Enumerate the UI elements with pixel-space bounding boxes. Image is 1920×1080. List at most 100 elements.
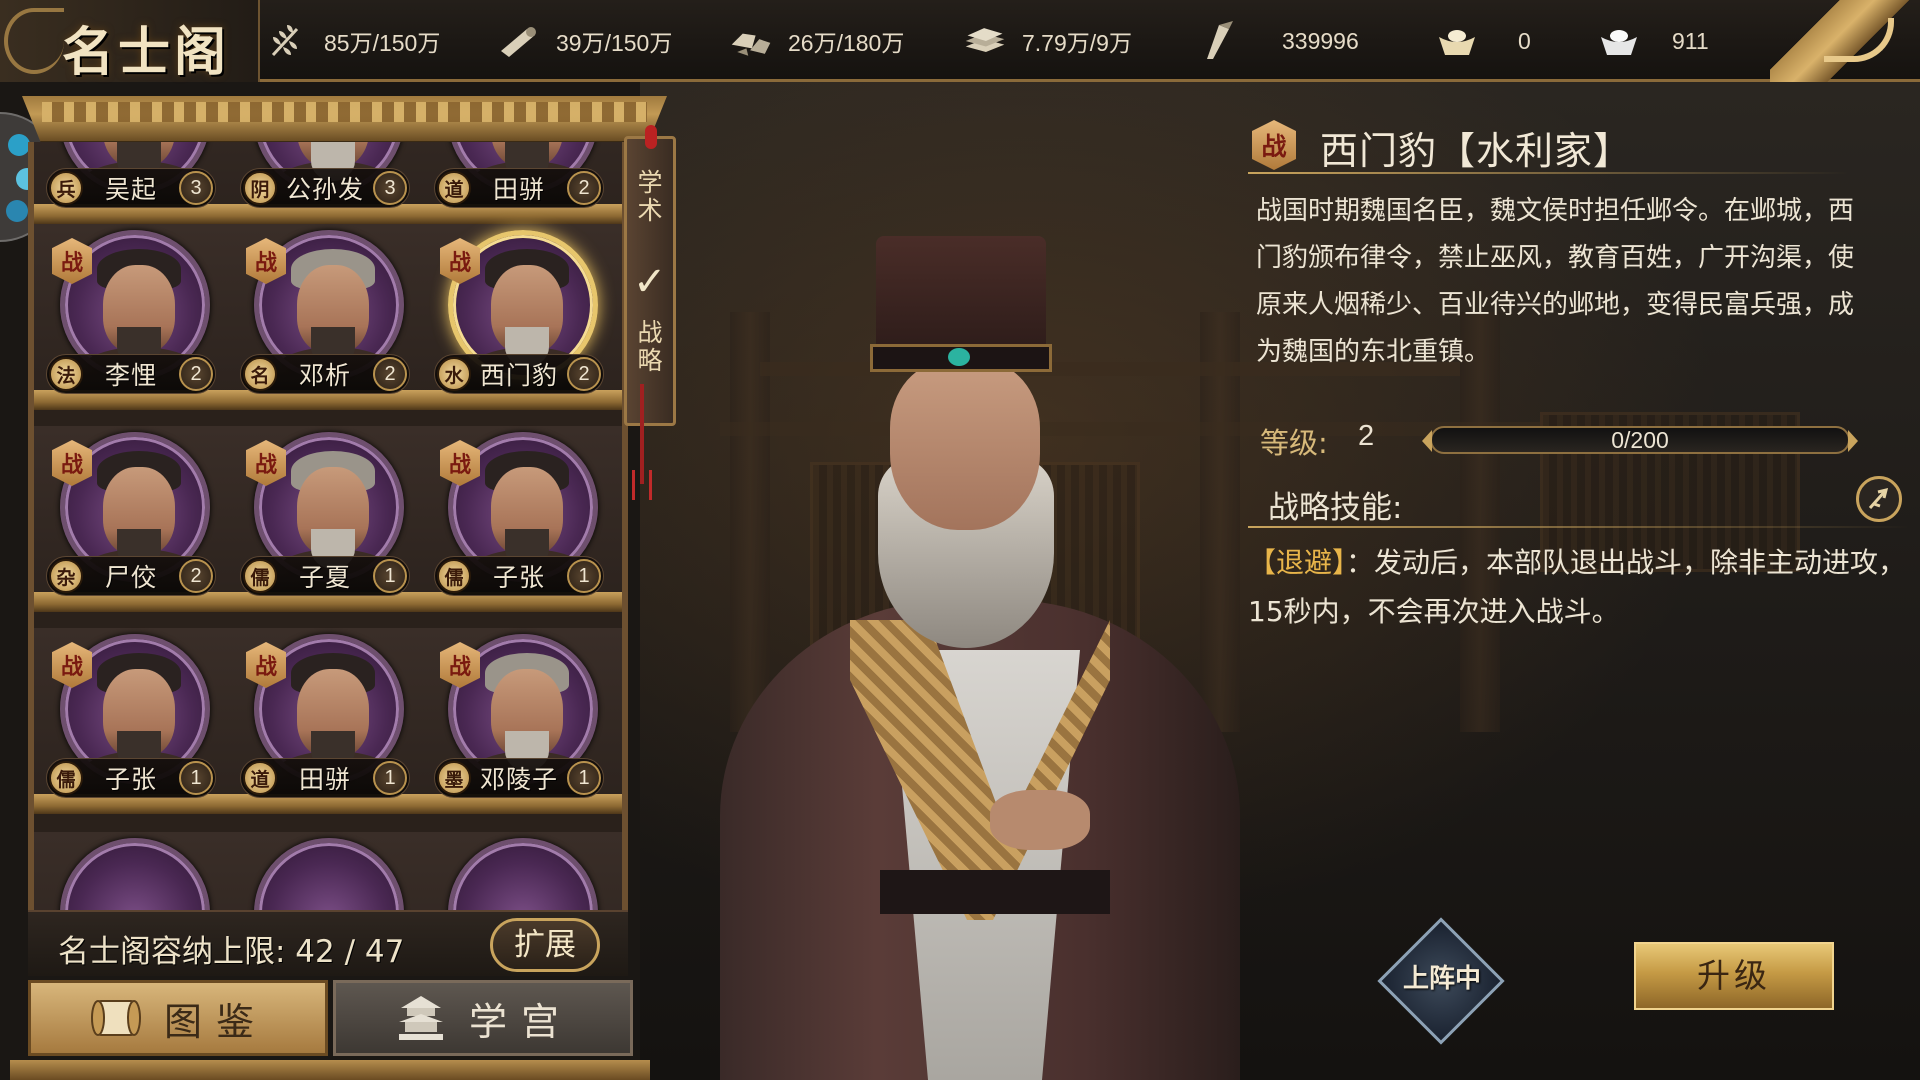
- hero-name: 公孙发: [285, 175, 364, 204]
- progress-cap-right: [1848, 430, 1858, 452]
- resource-silver-ingot[interactable]: 911: [1596, 18, 1709, 64]
- pagoda-icon: [393, 990, 449, 1046]
- swirl-ornament: [4, 8, 64, 74]
- shelf-row: 兵 吴起 3 阴 公孙发 3 道 田骈 2: [34, 142, 622, 224]
- hero-description: 战国时期魏国名臣，魏文侯时担任邺令。在邺城，西门豹颁布律令，禁止巫风，教育百姓，…: [1256, 196, 1855, 367]
- school-badge: 儒: [49, 761, 83, 795]
- hero-card[interactable]: 兵 吴起 3: [44, 142, 216, 208]
- tab-strategy[interactable]: 战略: [627, 319, 673, 375]
- iron-icon: [962, 18, 1008, 64]
- hero-level: 1: [373, 559, 407, 593]
- hero-card[interactable]: 战 儒 子张 1: [432, 426, 604, 596]
- resource-wheat[interactable]: 85万/150万: [264, 18, 440, 64]
- back-button[interactable]: [1770, 0, 1920, 82]
- skill-header: 战略技能:: [1248, 472, 1908, 528]
- hero-level: 2: [567, 357, 601, 391]
- deployed-status-label: 上阵中: [1402, 964, 1481, 994]
- hero-name-bar: 杂 尸佼 2: [46, 556, 216, 596]
- hero-card[interactable]: 战 墨 邓陵子 1: [432, 628, 604, 798]
- hero-card[interactable]: [44, 832, 214, 912]
- wood-icon: [496, 18, 542, 64]
- war-badge: 战: [1252, 120, 1296, 170]
- portrait-face: [890, 360, 1040, 530]
- upgrade-button[interactable]: 升级: [1634, 942, 1834, 1010]
- hero-card[interactable]: [238, 832, 408, 912]
- resource-iron[interactable]: 7.79万/9万: [962, 18, 1132, 64]
- resource-bar: 名士阁 85万/150万 39万/150万 26万/180万 7.79万/9万 …: [0, 0, 1920, 83]
- resource-silk[interactable]: 339996: [1196, 18, 1359, 64]
- hero-name: 邓陵子: [479, 765, 558, 794]
- resource-gold-ingot[interactable]: 0: [1434, 18, 1531, 64]
- exp-text: 0/200: [1611, 427, 1669, 453]
- school-badge: 道: [437, 171, 471, 205]
- hero-card[interactable]: 战 名 邓析 2: [238, 224, 410, 394]
- title-plaque: 名士阁: [0, 0, 260, 83]
- capacity-label: 名士阁容纳上限: 42 / 47: [58, 934, 405, 970]
- tassel-cord: [640, 384, 644, 484]
- hero-avatar: [448, 838, 598, 912]
- silver-ingot-icon: [1596, 18, 1642, 64]
- shelf-roof: [22, 96, 667, 144]
- tab-academy[interactable]: 学宫: [333, 980, 633, 1056]
- hero-name: 尸佼: [104, 563, 157, 592]
- portrait-belt: [880, 870, 1110, 914]
- hero-portrait: [700, 220, 1280, 1080]
- hero-title: 西门豹【水利家】: [1320, 129, 1633, 173]
- hero-name-bar: 法 李悝 2: [46, 354, 216, 394]
- skill-name: 【退避】: [1248, 546, 1347, 579]
- hero-name-bar: 墨 邓陵子 1: [434, 758, 604, 798]
- capacity-bar: 名士阁容纳上限: 42 / 47 扩展: [28, 910, 628, 976]
- hero-card[interactable]: [432, 832, 602, 912]
- hero-card[interactable]: 战 杂 尸佼 2: [44, 426, 216, 596]
- hero-avatar: [254, 838, 404, 912]
- hero-card-selected[interactable]: 战 水 西门豹 2: [432, 224, 604, 394]
- hero-detail-panel: 战 西门豹【水利家】 战国时期魏国名臣，魏文侯时担任邺令。在邺城，西门豹颁布律令…: [1248, 112, 1908, 712]
- tab-gallery-label: 图鉴: [163, 999, 268, 1044]
- hero-name: 邓析: [298, 361, 351, 390]
- school-badge: 名: [243, 357, 277, 391]
- hero-name-bar: 名 邓析 2: [240, 354, 410, 394]
- hat-jewel: [948, 348, 970, 366]
- exp-progress-bar: 0/200: [1422, 426, 1858, 454]
- hero-name: 子张: [492, 563, 545, 592]
- level-value: 2: [1358, 420, 1375, 452]
- skill-label: 战略技能:: [1268, 490, 1403, 526]
- tab-academy-label: 学宫: [468, 999, 573, 1044]
- hero-card[interactable]: 道 田骈 2: [432, 142, 604, 208]
- hero-level: 1: [567, 559, 601, 593]
- resource-stone[interactable]: 26万/180万: [728, 18, 904, 64]
- hero-name-bar: 儒 子夏 1: [240, 556, 410, 596]
- silk-icon: [1196, 18, 1242, 64]
- school-badge: 道: [243, 761, 277, 795]
- hero-name: 李悝: [104, 361, 157, 390]
- hero-name: 田骈: [298, 765, 351, 794]
- category-side-tab[interactable]: 学术 ✓ 战略: [624, 125, 676, 426]
- tab-academic[interactable]: 学术: [627, 169, 673, 225]
- wheat-icon: [264, 18, 310, 64]
- level-row: 等级: 2 0/200: [1260, 412, 1900, 462]
- school-badge: 儒: [437, 559, 471, 593]
- checkmark-icon: ✓: [633, 259, 667, 305]
- gold-ingot-icon: [1434, 18, 1480, 64]
- hero-card[interactable]: 战 儒 子张 1: [44, 628, 216, 798]
- tab-knob: [645, 125, 657, 149]
- hero-name-bar: 阴 公孙发 3: [240, 168, 410, 208]
- tab-gallery[interactable]: 图鉴: [28, 980, 328, 1056]
- hero-card[interactable]: 战 儒 子夏 1: [238, 426, 410, 596]
- hero-name-bar: 儒 子张 1: [46, 758, 216, 798]
- hero-name-bar: 道 田骈 2: [434, 168, 604, 208]
- hero-name-bar: 水 西门豹 2: [434, 354, 604, 394]
- resource-wood[interactable]: 39万/150万: [496, 18, 672, 64]
- skill-info-icon[interactable]: [1856, 476, 1902, 522]
- hero-card[interactable]: 战 道 田骈 1: [238, 628, 410, 798]
- hero-level: 2: [179, 559, 213, 593]
- hero-card[interactable]: 战 法 李悝 2: [44, 224, 216, 394]
- expand-button[interactable]: 扩展: [490, 918, 600, 972]
- hero-card[interactable]: 阴 公孙发 3: [238, 142, 410, 208]
- hero-grid: 兵 吴起 3 阴 公孙发 3 道 田骈 2 战 法 李悝 2 战 名 邓析 2 …: [28, 142, 628, 912]
- school-badge: 兵: [49, 171, 83, 205]
- portrait-hand: [990, 790, 1090, 850]
- hero-level: 2: [373, 357, 407, 391]
- back-arrow-icon: [1824, 18, 1894, 62]
- stone-icon: [728, 18, 774, 64]
